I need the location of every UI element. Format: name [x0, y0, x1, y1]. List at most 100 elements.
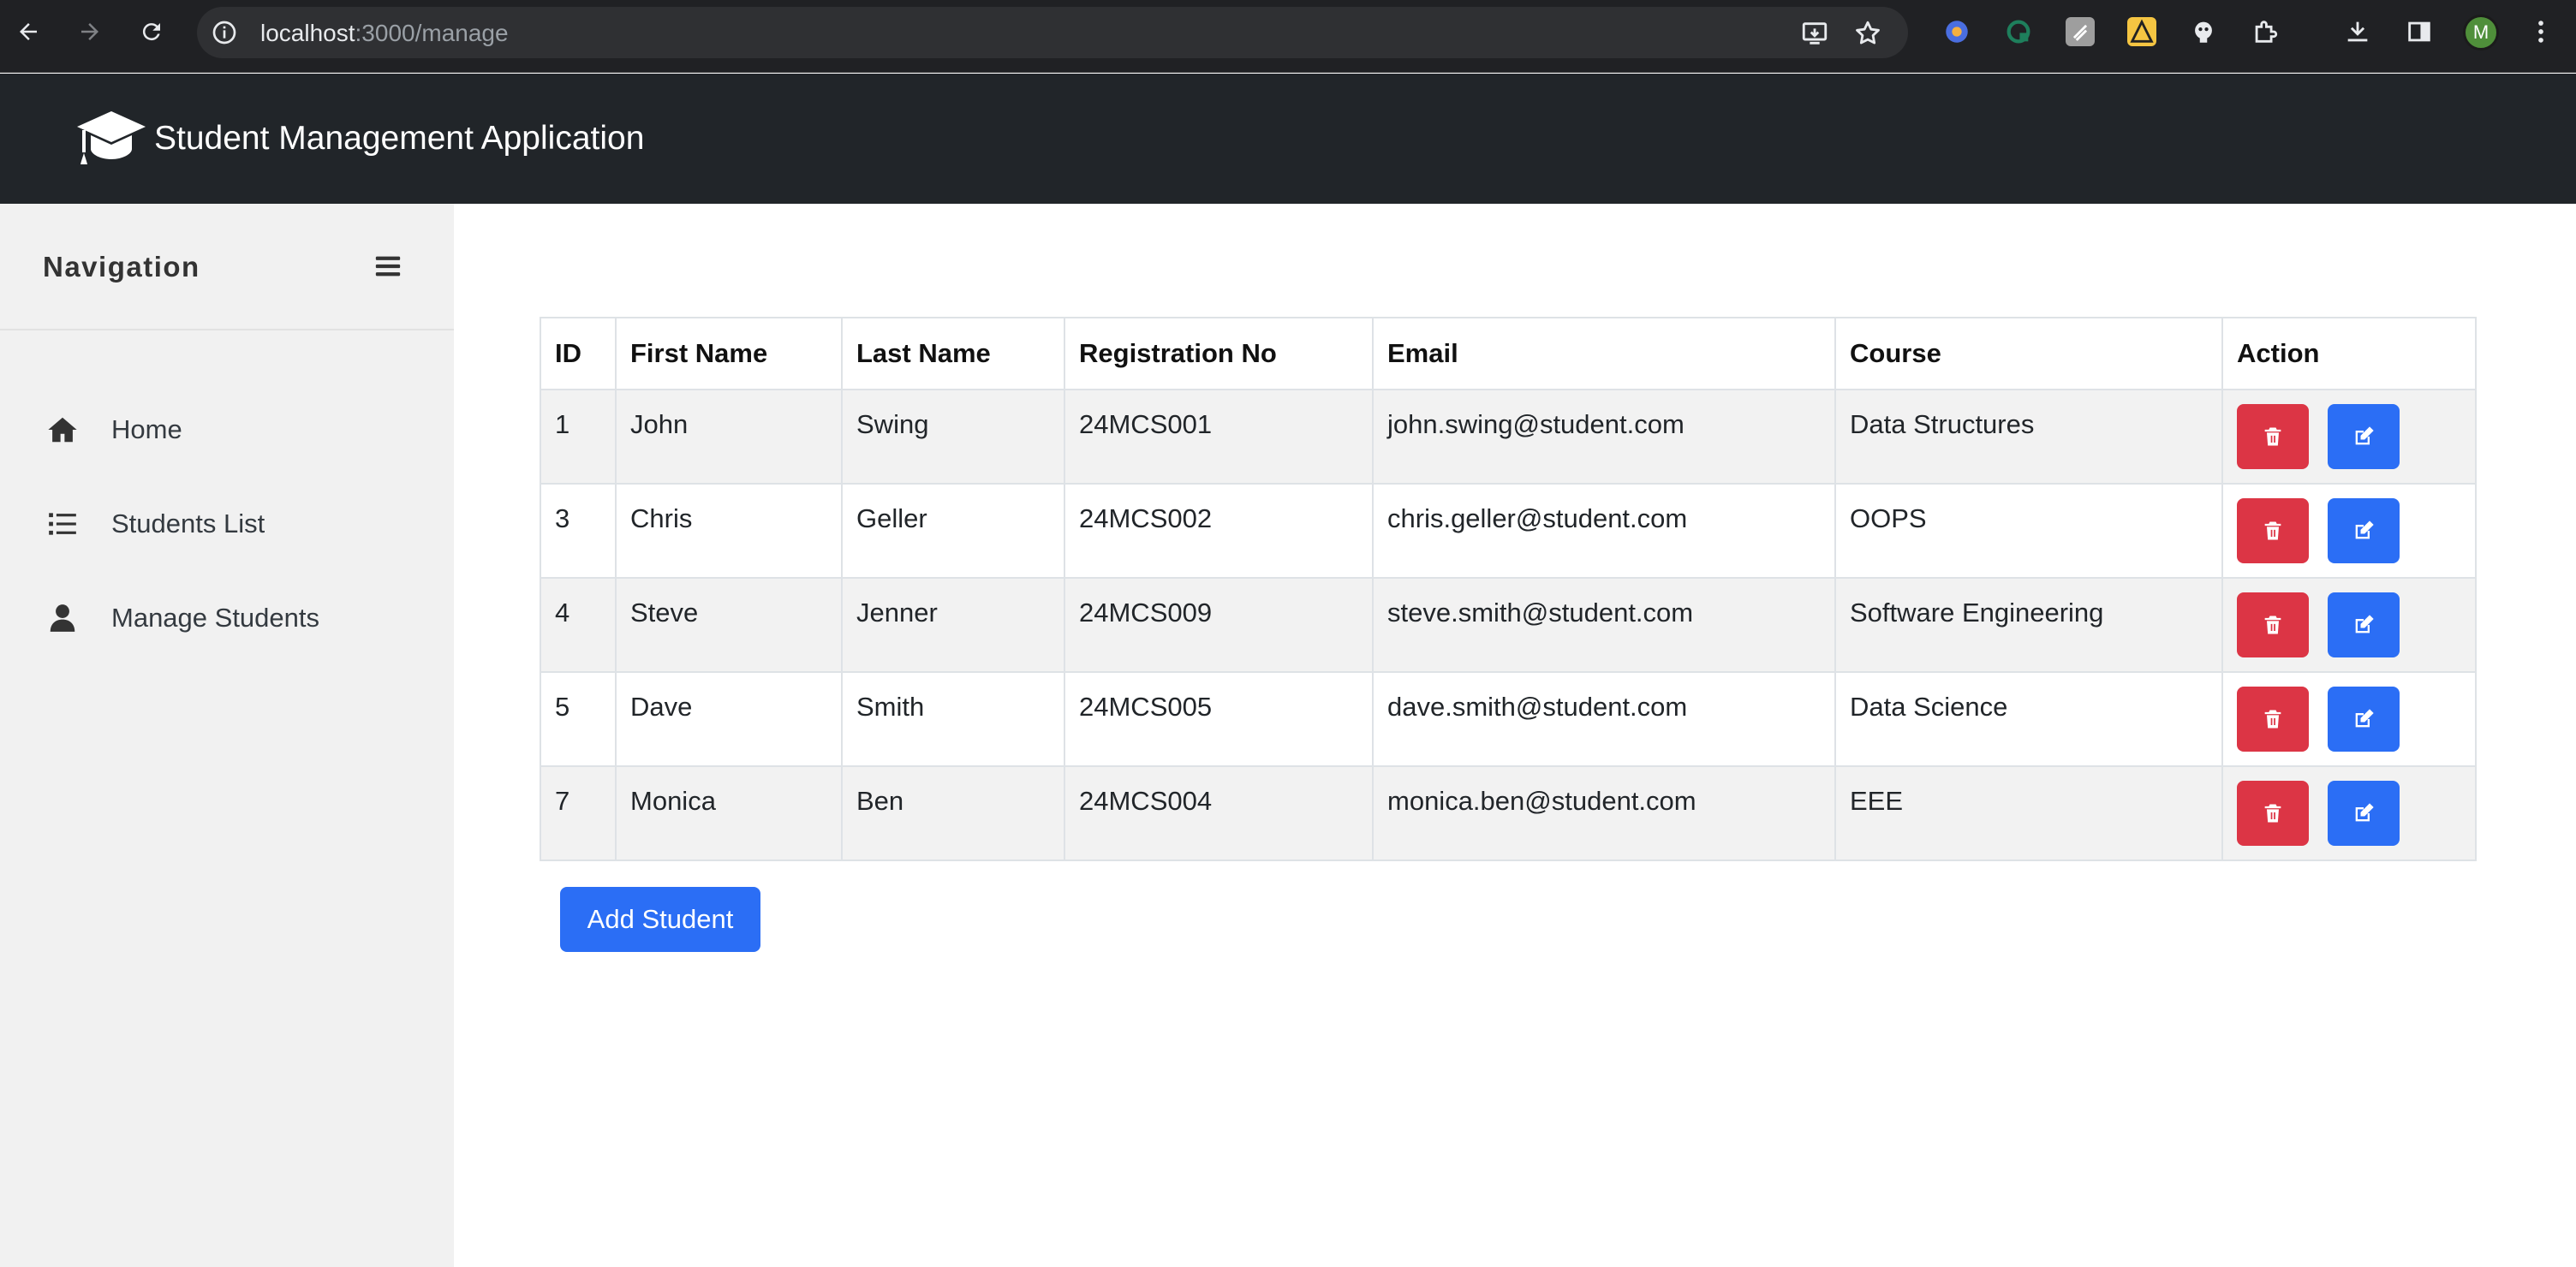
sidebar-item-label: Students List	[111, 509, 265, 538]
column-header-last-name: Last Name	[841, 317, 1065, 390]
extension-5-icon[interactable]	[2189, 17, 2218, 46]
cell-email: steve.smith@student.com	[1372, 577, 1836, 673]
delete-button[interactable]	[2237, 498, 2309, 563]
url-host: localhost	[260, 20, 355, 46]
delete-button[interactable]	[2237, 592, 2309, 657]
edit-button[interactable]	[2328, 592, 2400, 657]
edit-icon	[2355, 615, 2374, 634]
browser-toolbar: localhost:3000/manage M	[0, 0, 2576, 73]
hamburger-menu-icon[interactable]	[373, 252, 402, 281]
sidebar-item-manage-students[interactable]: Manage Students	[0, 584, 454, 652]
cell-last-name: Geller	[841, 483, 1065, 579]
column-header-id: ID	[540, 317, 617, 390]
extension-1-icon[interactable]	[1942, 17, 1971, 46]
app-title: Student Management Application	[154, 120, 645, 157]
cell-course: OOPS	[1834, 483, 2223, 579]
edit-icon	[2355, 709, 2374, 728]
cell-id: 3	[540, 483, 617, 579]
trash-icon	[2264, 804, 2281, 823]
cell-action	[2221, 389, 2477, 485]
cell-registration-no: 24MCS005	[1064, 671, 1374, 767]
browser-menu-icon[interactable]	[2526, 17, 2555, 46]
delete-button[interactable]	[2237, 687, 2309, 752]
students-table-container: ID First Name Last Name Registration No …	[540, 317, 2477, 861]
cell-action	[2221, 483, 2477, 579]
cell-id: 4	[540, 577, 617, 673]
sidebar-item-home[interactable]: Home	[0, 396, 454, 464]
delete-button[interactable]	[2237, 781, 2309, 846]
cell-first-name: John	[615, 389, 843, 485]
reload-button[interactable]	[134, 14, 170, 50]
cell-id: 7	[540, 765, 617, 861]
cell-email: chris.geller@student.com	[1372, 483, 1836, 579]
table-row: 1 John Swing 24MCS001 john.swing@student…	[540, 389, 2477, 485]
cell-last-name: Smith	[841, 671, 1065, 767]
trash-icon	[2264, 521, 2281, 540]
url-text: localhost:3000/manage	[260, 20, 509, 47]
arrow-left-icon	[20, 23, 37, 40]
cell-first-name: Steve	[615, 577, 843, 673]
side-panel-icon[interactable]	[2405, 17, 2434, 46]
cell-id: 1	[540, 389, 617, 485]
table-row: 7 Monica Ben 24MCS004 monica.ben@student…	[540, 765, 2477, 861]
cell-first-name: Chris	[615, 483, 843, 579]
sidebar: Navigation Home Students List Manage Stu…	[0, 204, 454, 1267]
cell-course: Data Science	[1834, 671, 2223, 767]
extension-2-icon[interactable]	[2004, 17, 2033, 46]
table-row: 3 Chris Geller 24MCS002 chris.geller@stu…	[540, 483, 2477, 579]
home-icon	[48, 417, 77, 443]
sidebar-item-label: Home	[111, 414, 182, 444]
cell-registration-no: 24MCS002	[1064, 483, 1374, 579]
bookmark-star-icon[interactable]	[1853, 19, 1882, 48]
edit-button[interactable]	[2328, 687, 2400, 752]
cell-email: john.swing@student.com	[1372, 389, 1836, 485]
table-header-row: ID First Name Last Name Registration No …	[540, 317, 2477, 390]
edit-icon	[2355, 520, 2374, 539]
install-app-icon[interactable]	[1800, 19, 1829, 48]
trash-icon	[2264, 710, 2281, 729]
arrow-right-icon	[81, 23, 98, 40]
downloads-icon[interactable]	[2343, 17, 2372, 46]
graduation-cap-icon	[77, 111, 146, 164]
edit-button[interactable]	[2328, 781, 2400, 846]
trash-icon	[2264, 616, 2281, 634]
user-icon	[50, 604, 75, 632]
cell-action	[2221, 577, 2477, 673]
cell-last-name: Jenner	[841, 577, 1065, 673]
cell-email: monica.ben@student.com	[1372, 765, 1836, 861]
app-header: Student Management Application	[0, 74, 2576, 204]
extensions-puzzle-icon[interactable]	[2251, 17, 2280, 46]
edit-icon	[2355, 426, 2374, 445]
extension-3-icon[interactable]	[2066, 17, 2095, 46]
column-header-first-name: First Name	[615, 317, 843, 390]
table-row: 4 Steve Jenner 24MCS009 steve.smith@stud…	[540, 577, 2477, 673]
sidebar-item-students-list[interactable]: Students List	[0, 490, 454, 558]
add-student-button[interactable]: Add Student	[560, 887, 760, 952]
cell-id: 5	[540, 671, 617, 767]
cell-first-name: Monica	[615, 765, 843, 861]
cell-email: dave.smith@student.com	[1372, 671, 1836, 767]
list-icon	[49, 513, 76, 535]
cell-registration-no: 24MCS009	[1064, 577, 1374, 673]
site-info-icon[interactable]	[211, 19, 238, 46]
profile-avatar[interactable]: M	[2463, 15, 2499, 51]
edit-button[interactable]	[2328, 498, 2400, 563]
trash-icon	[2264, 427, 2281, 446]
column-header-email: Email	[1372, 317, 1836, 390]
cell-action	[2221, 671, 2477, 767]
sidebar-title: Navigation	[43, 251, 200, 283]
forward-button[interactable]	[72, 14, 108, 50]
address-bar[interactable]: localhost:3000/manage	[197, 7, 1908, 58]
column-header-action: Action	[2221, 317, 2477, 390]
cell-course: Software Engineering	[1834, 577, 2223, 673]
cell-registration-no: 24MCS004	[1064, 765, 1374, 861]
back-button[interactable]	[10, 14, 46, 50]
edit-button[interactable]	[2328, 404, 2400, 469]
cell-course: Data Structures	[1834, 389, 2223, 485]
sidebar-item-label: Manage Students	[111, 603, 320, 633]
sidebar-header: Navigation	[0, 204, 454, 330]
extension-4-icon[interactable]	[2127, 17, 2156, 46]
delete-button[interactable]	[2237, 404, 2309, 469]
column-header-registration-no: Registration No	[1064, 317, 1374, 390]
cell-registration-no: 24MCS001	[1064, 389, 1374, 485]
